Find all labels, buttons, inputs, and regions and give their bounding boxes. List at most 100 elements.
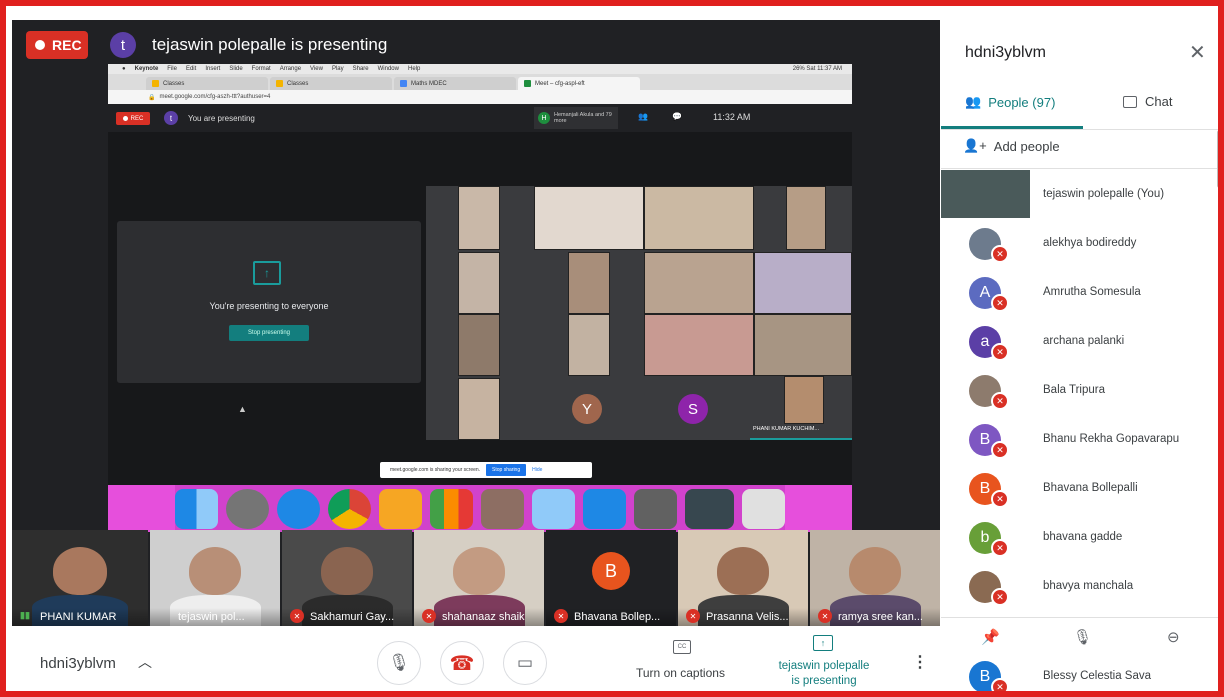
people-panel: hdni3yblvm ✕ 👥 People (97) Chat 👤+ Add p… <box>941 20 1218 691</box>
chevron-up-icon[interactable]: ︿ <box>138 652 152 672</box>
apple-icon: ● <box>122 66 126 72</box>
captions-button-label[interactable]: Turn on captions <box>636 666 725 680</box>
mic-off-icon: ✕ <box>686 609 700 623</box>
mic-off-icon: ✕ <box>818 609 832 623</box>
person-name: alekhya bodireddy <box>1043 237 1137 249</box>
person-name: Amrutha Somesula <box>1043 286 1141 298</box>
participant-video <box>52 547 108 596</box>
shared-screen: ● Keynote File Edit Insert Slide Format … <box>108 64 852 532</box>
mic-off-icon: ✕ <box>991 490 1009 508</box>
classroom-icon <box>152 80 159 87</box>
add-people-button[interactable]: 👤+ Add people <box>963 138 1060 154</box>
video-tile <box>786 186 826 250</box>
person-name: Bala Tripura <box>1043 384 1106 396</box>
participant-tile[interactable]: ✕ Sakhamuri Gay... <box>282 530 412 626</box>
launchpad-icon <box>226 488 270 529</box>
audio-level-icon: ▮▮ <box>20 610 30 620</box>
chat-icon <box>1123 95 1137 108</box>
menu-item: Keynote <box>134 66 159 72</box>
menu-item: Slide <box>229 66 243 72</box>
browser-tabs: Classes Classes Maths MDEC Meet – cfg-as… <box>108 74 852 90</box>
browser-tab: Classes <box>270 77 392 90</box>
present-screen-icon[interactable]: ↑ <box>813 635 833 651</box>
list-item[interactable]: A ✕ Amrutha Somesula <box>941 268 1216 317</box>
participant-tile[interactable]: ✕ ramya sree kan... <box>810 530 940 626</box>
presenting-card: ↑ You're presenting to everyone Stop pre… <box>117 221 421 383</box>
participant-name: Bhavana Bollep... <box>574 611 661 623</box>
mic-off-icon: ✕ <box>991 441 1009 459</box>
video-tile <box>644 252 754 314</box>
inner-icons: 👥 💬 <box>638 112 682 121</box>
safari-icon <box>277 488 321 529</box>
list-item[interactable]: B ✕ Blessy Celestia Sava <box>941 657 1218 691</box>
list-item[interactable]: tejaswin polepalle (You) <box>941 170 1216 219</box>
video-tile <box>568 314 610 376</box>
video-tile <box>458 314 500 376</box>
mic-off-icon: ✕ <box>991 294 1009 312</box>
participant-name: tejaswin pol... <box>178 611 245 623</box>
menu-item: Arrange <box>279 66 302 72</box>
classroom-icon <box>276 80 283 87</box>
list-item[interactable]: ✕ bhavya manchala <box>941 562 1216 611</box>
menu-item: Help <box>407 66 421 72</box>
main-stage: REC t tejaswin polepalle is presenting ●… <box>12 20 940 626</box>
list-item[interactable]: ✕ alekhya bodireddy <box>941 219 1216 268</box>
end-call-button[interactable]: ☎ <box>440 641 484 685</box>
mac-menubar: ● Keynote File Edit Insert Slide Format … <box>108 64 852 74</box>
pages-icon <box>379 488 423 529</box>
inner-hide-button: Hide <box>532 467 543 473</box>
menu-item: Insert <box>205 66 221 72</box>
video-tile <box>534 186 644 250</box>
presenting-button-label[interactable]: tejaswin polepalle is presenting <box>764 659 884 689</box>
recording-badge: REC <box>26 31 88 59</box>
person-name: bhavana gadde <box>1043 531 1123 543</box>
pin-icon[interactable]: 📌 <box>981 628 1000 646</box>
video-tile <box>784 376 824 424</box>
tile-avatar-y: Y <box>572 394 602 424</box>
inner-stop-sharing-button: Stop sharing <box>486 464 527 476</box>
mic-off-icon: ✕ <box>991 343 1009 361</box>
list-item[interactable]: b ✕ bhavana gadde <box>941 513 1216 562</box>
menu-item: View <box>310 66 323 72</box>
participant-tile[interactable]: ✕ shahanaaz shaik <box>414 530 544 626</box>
presenter-avatar: t <box>110 32 136 58</box>
list-item[interactable]: a ✕ archana palanki <box>941 317 1216 366</box>
captions-icon[interactable]: CC <box>673 640 691 654</box>
person-name: bhavya manchala <box>1043 580 1134 592</box>
close-icon[interactable]: ✕ <box>1189 40 1206 65</box>
person-actions: 📌 🎙 ⊖ <box>941 617 1218 657</box>
mic-off-icon: ✕ <box>991 392 1009 410</box>
lock-icon: 🔒 <box>148 94 156 101</box>
presenter-title: tejaswin polepalle is presenting <box>152 35 388 54</box>
list-item[interactable]: ✕ Bala Tripura <box>941 366 1216 415</box>
mute-icon[interactable]: 🎙 <box>1073 628 1092 646</box>
people-icon: 👥 <box>638 112 648 121</box>
participant-tile[interactable]: B ✕ Bhavana Bollep... <box>546 530 676 626</box>
inner-avatar: t <box>164 111 178 125</box>
menubar-status: 26% Sat 11:37 AM <box>792 66 842 72</box>
video-tile <box>754 252 852 314</box>
participant-tile[interactable]: ✕ Prasanna Velis... <box>678 530 808 626</box>
tab-people[interactable]: 👥 People (97) <box>965 94 1055 110</box>
browser-tab: Maths MDEC <box>394 77 516 90</box>
meeting-code[interactable]: hdni3yblvm <box>40 655 116 672</box>
menu-item: Format <box>251 66 271 72</box>
inner-clock: 11:32 AM <box>713 112 751 122</box>
participant-name: ramya sree kan... <box>838 611 923 623</box>
camera-button[interactable]: ▭ <box>503 641 547 685</box>
video-tile <box>568 252 610 314</box>
mic-button[interactable]: 🎙 <box>377 641 421 685</box>
present-screen-icon: ↑ <box>253 261 281 285</box>
mic-off-icon: ✕ <box>991 588 1009 606</box>
list-item[interactable]: B ✕ Bhanu Rekha Gopavarapu <box>941 415 1216 464</box>
remove-icon[interactable]: ⊖ <box>1167 628 1180 646</box>
list-item[interactable]: B ✕ Bhavana Bollepalli <box>941 464 1216 513</box>
address-bar: 🔒 meet.google.com/cfg-aszh-ttt?authuser=… <box>108 90 852 104</box>
participant-tile[interactable]: ▮▮ PHANI KUMAR <box>12 530 148 626</box>
meet-window: REC t tejaswin polepalle is presenting ●… <box>0 0 1224 697</box>
inner-participants-box: H Hemanjali Akula and 79 more <box>534 107 618 129</box>
numbers-icon <box>430 488 474 529</box>
more-options-icon[interactable]: ⋮ <box>912 652 928 672</box>
tab-chat[interactable]: Chat <box>1123 94 1172 109</box>
participant-tile[interactable]: tejaswin pol... <box>150 530 280 626</box>
